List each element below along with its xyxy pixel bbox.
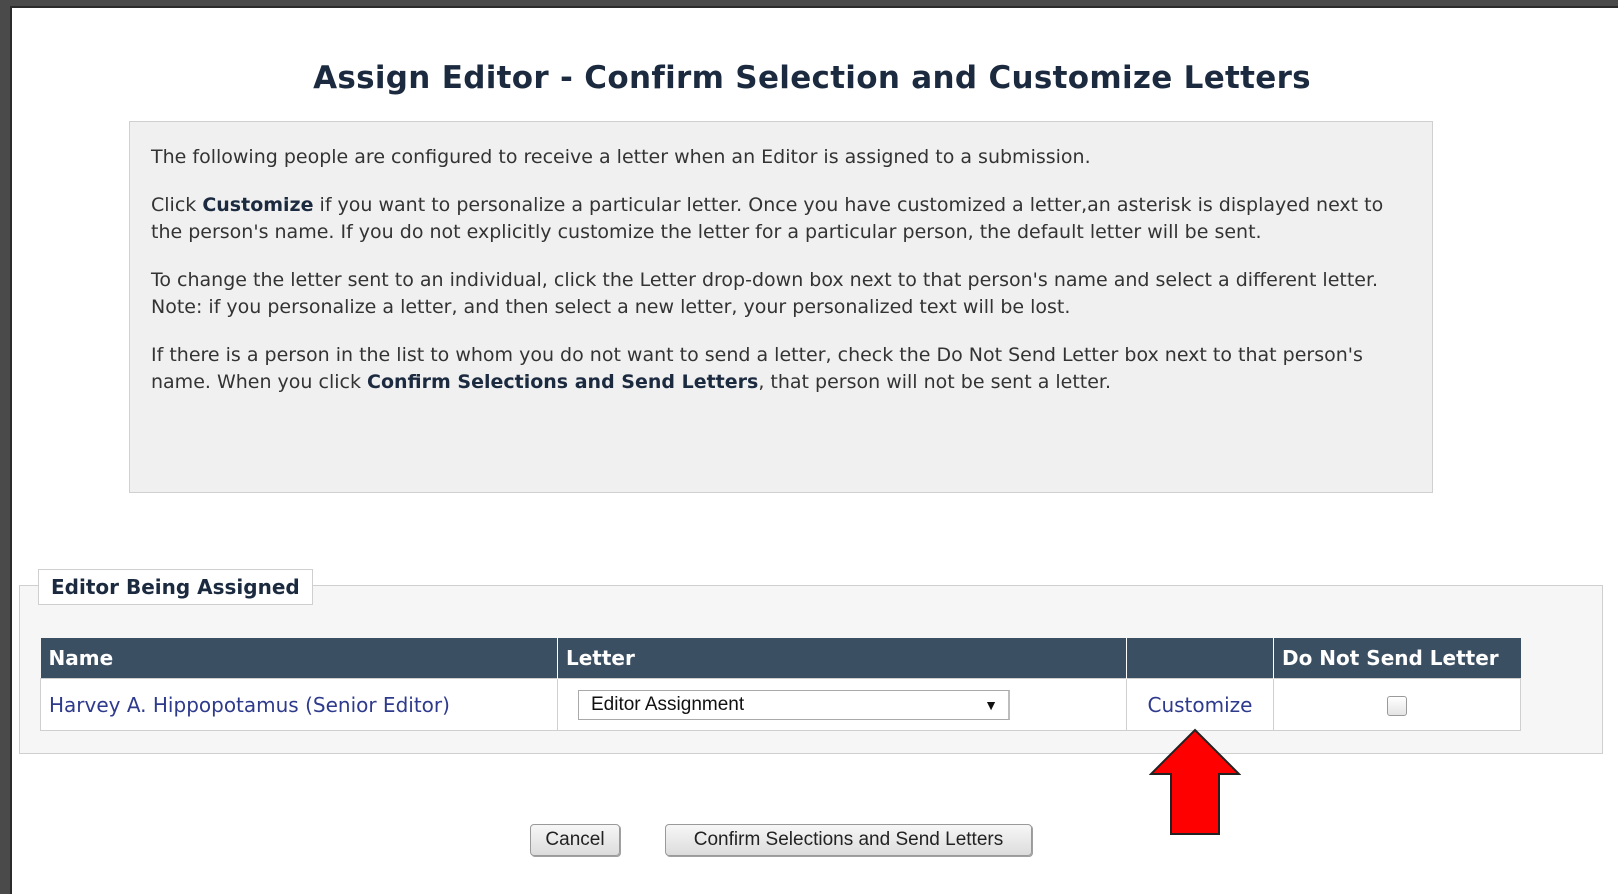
letter-select[interactable]: Editor Assignment ▼ bbox=[578, 689, 1010, 720]
page-title: Assign Editor - Confirm Selection and Cu… bbox=[313, 60, 1311, 96]
letter-cell: Editor Assignment ▼ bbox=[557, 678, 1127, 731]
do-not-send-cell bbox=[1273, 678, 1521, 731]
page-frame: Assign Editor - Confirm Selection and Cu… bbox=[10, 6, 1618, 894]
instructions-paragraph-3: To change the letter sent to an individu… bbox=[151, 269, 1379, 318]
instructions-panel: The following people are configured to r… bbox=[129, 121, 1433, 493]
instructions-paragraph-4: If there is a person in the list to whom… bbox=[151, 342, 1412, 396]
table-row: Harvey A. Hippopotamus (Senior Editor) E… bbox=[40, 678, 1521, 731]
section-legend: Editor Being Assigned bbox=[38, 569, 313, 605]
cancel-button[interactable]: Cancel bbox=[530, 824, 620, 856]
instructions-paragraph-2: Click Customize if you want to personali… bbox=[151, 192, 1412, 246]
customize-link[interactable]: Customize bbox=[1148, 693, 1253, 717]
red-arrow-up-icon bbox=[1149, 728, 1241, 835]
column-header-do-not-send: Do Not Send Letter bbox=[1273, 638, 1521, 679]
chevron-down-icon: ▼ bbox=[984, 696, 998, 713]
customize-emphasis: Customize bbox=[202, 194, 314, 216]
table-header-row: Name Letter Do Not Send Letter bbox=[40, 638, 1521, 679]
confirm-selections-button[interactable]: Confirm Selections and Send Letters bbox=[665, 824, 1032, 856]
recipient-name-link[interactable]: Harvey A. Hippopotamus (Senior Editor) bbox=[49, 693, 450, 717]
letter-select-value: Editor Assignment bbox=[591, 693, 745, 715]
column-header-letter: Letter bbox=[557, 638, 1127, 679]
column-header-customize bbox=[1126, 638, 1274, 679]
text-span: , that person will not be sent a letter. bbox=[758, 371, 1112, 393]
customize-cell: Customize bbox=[1126, 678, 1274, 731]
confirm-emphasis: Confirm Selections and Send Letters bbox=[367, 371, 759, 393]
recipient-name-cell: Harvey A. Hippopotamus (Senior Editor) bbox=[40, 678, 558, 731]
instructions-paragraph-1: The following people are configured to r… bbox=[151, 146, 1091, 168]
text-span: if you want to personalize a particular … bbox=[151, 194, 1384, 243]
text-span: Click bbox=[151, 194, 203, 216]
do-not-send-checkbox[interactable] bbox=[1387, 696, 1407, 716]
recipients-table: Name Letter Do Not Send Letter Harvey A.… bbox=[40, 638, 1521, 731]
column-header-name: Name bbox=[40, 638, 558, 679]
